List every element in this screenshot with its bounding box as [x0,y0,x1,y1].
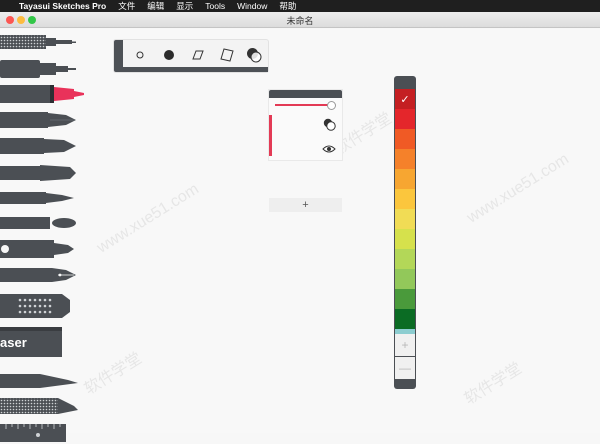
tool-eraser[interactable]: aser [0,327,62,357]
color-swatch[interactable] [395,149,415,169]
color-swatch[interactable] [395,229,415,249]
color-swatch[interactable] [395,249,415,269]
tool-airbrush[interactable] [0,238,80,260]
tool-brush-detail[interactable] [0,214,80,232]
add-layer-button[interactable]: + [269,198,342,212]
menu-help[interactable]: 帮助 [279,0,296,12]
circle-outline-icon[interactable] [130,45,150,65]
tool-brush-round[interactable] [0,136,80,156]
remove-color-button[interactable]: — [395,357,415,379]
eye-icon[interactable] [322,141,336,159]
tool-pencil-mesh[interactable] [0,33,80,51]
menu-edit[interactable]: 编辑 [147,0,164,12]
parallelogram-icon[interactable] [188,45,208,65]
tool-cutter[interactable] [0,371,80,391]
tool-ruler[interactable] [0,422,70,444]
color-palette: ✓ + — [394,76,416,389]
tool-marker[interactable] [0,83,86,105]
color-swatch[interactable] [395,129,415,149]
layers-panel-header [269,90,342,98]
color-swatch[interactable] [395,289,415,309]
menu-tools[interactable]: Tools [205,0,225,12]
app-menu[interactable]: Tayasui Sketches Pro [19,0,106,12]
blend-mode-icon[interactable] [323,118,336,136]
color-swatch[interactable] [395,109,415,129]
menu-file[interactable]: 文件 [118,0,135,12]
tool-texture[interactable] [0,396,80,418]
tool-brush-wide[interactable] [0,163,80,183]
tool-pattern[interactable] [0,292,80,320]
layers-panel [269,90,342,160]
color-swatch-selected[interactable]: ✓ [395,89,415,109]
opacity-slider-knob[interactable] [327,101,336,110]
square-rotated-icon[interactable] [217,45,237,65]
checkmark-icon: ✓ [400,93,410,106]
circle-filled-icon[interactable] [159,45,179,65]
tool-fountain-pen[interactable] [0,265,80,285]
add-color-button[interactable]: + [395,334,415,356]
eraser-cap [0,327,62,331]
eraser-label: aser [0,335,27,350]
toolbar-bottom-strip [123,67,268,72]
tool-rail: aser [0,30,86,442]
tool-brush-fine[interactable] [0,189,80,207]
color-swatch[interactable] [395,169,415,189]
window-title-bar: 未命名 [0,12,600,28]
overlap-circles-icon[interactable] [244,45,264,65]
tool-technical-pen[interactable] [0,58,80,80]
opacity-slider-track[interactable] [275,104,333,106]
menu-view[interactable]: 显示 [176,0,193,12]
color-swatch[interactable] [395,309,415,329]
shape-toolbar [114,40,268,72]
toolbar-drag-handle[interactable] [114,40,123,72]
active-layer-indicator [269,115,272,156]
menu-bar: Tayasui Sketches Pro 文件 编辑 显示 Tools Wind… [0,0,600,12]
color-swatch[interactable] [395,209,415,229]
menu-window[interactable]: Window [237,0,267,12]
window-title: 未命名 [286,16,314,26]
color-swatch[interactable] [395,269,415,289]
color-swatch[interactable] [395,189,415,209]
tool-brush-flat[interactable] [0,110,80,130]
